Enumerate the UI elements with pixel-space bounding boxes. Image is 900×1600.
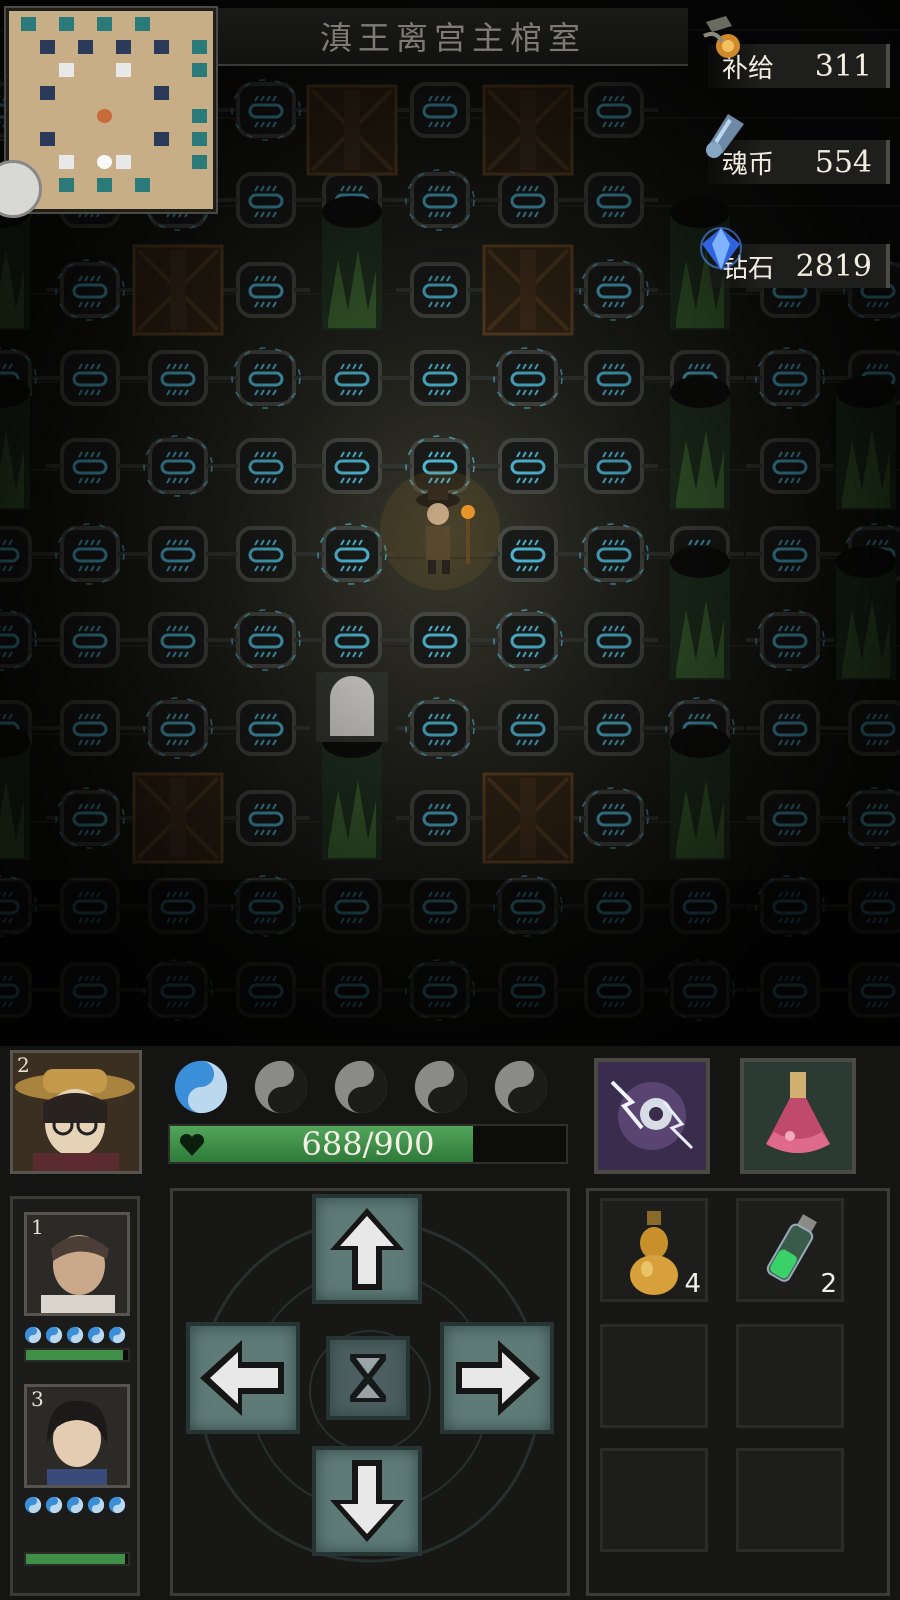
minimap-cell [97, 17, 112, 31]
diamond-icon [694, 222, 748, 276]
arrow-left-icon [200, 1340, 284, 1416]
party-member-1-hp-fill [26, 1350, 123, 1360]
move-down-button[interactable] [312, 1446, 422, 1556]
move-right-button[interactable] [440, 1322, 554, 1434]
yinyang-mini-icon [45, 1496, 63, 1514]
inventory-slot-1[interactable]: 4 [600, 1198, 708, 1302]
bottom-shadow [0, 880, 900, 1060]
arrow-down-icon [330, 1460, 404, 1542]
red-potion-flask-icon [744, 1062, 852, 1170]
inventory-slot-2[interactable]: 2 [736, 1198, 844, 1302]
inventory-slot-3[interactable] [600, 1324, 708, 1428]
minimap-cell [116, 40, 131, 54]
active-hero-portrait[interactable]: 2 [10, 1050, 142, 1174]
minimap-cell [192, 109, 207, 123]
minimap-door-marker [97, 155, 112, 169]
yinyang-orb-icon [492, 1058, 550, 1116]
minimap-cell [21, 17, 36, 31]
move-left-button[interactable] [186, 1322, 300, 1434]
skill-slot-1[interactable] [594, 1058, 710, 1174]
minimap-cell [192, 155, 207, 169]
minimap-cell [40, 132, 55, 146]
item-count: 2 [820, 1269, 837, 1299]
minimap-cell [135, 178, 150, 192]
yinyang-mini-icon [87, 1326, 105, 1344]
yinyang-orb-icon [412, 1058, 470, 1116]
yinyang-mini-icon [66, 1326, 84, 1344]
party-member-3-portrait[interactable]: 3 [24, 1384, 130, 1488]
wait-turn-button[interactable] [326, 1336, 410, 1420]
yinyang-mini-icon [108, 1326, 126, 1344]
party-member-3-hp-bar [24, 1552, 130, 1566]
minimap-cell [154, 132, 169, 146]
yinyang-mini-icon [108, 1496, 126, 1514]
diamond-value: 2819 [795, 248, 872, 284]
party-member-1-portrait[interactable]: 1 [24, 1212, 130, 1316]
inventory-slot-5[interactable] [600, 1448, 708, 1552]
yinyang-orb-icon [252, 1058, 310, 1116]
minimap-cell [59, 17, 74, 31]
minimap-cell [40, 40, 55, 54]
inventory-slot-4[interactable] [736, 1324, 844, 1428]
yinyang-mini-icon [66, 1496, 84, 1514]
soul-coin-icon [698, 106, 752, 160]
minimap-cell [116, 155, 131, 169]
hp-text: 688/900 [301, 1125, 435, 1163]
minimap-player-marker [97, 109, 112, 123]
hero-girl-avatar [13, 1053, 139, 1171]
minimap-cell [40, 86, 55, 100]
hp-bar: 688/900 [168, 1124, 568, 1164]
supply-lantern-icon [692, 12, 746, 66]
move-up-button[interactable] [312, 1194, 422, 1304]
yinyang-orb-icon [332, 1058, 390, 1116]
yinyang-mini-icon [45, 1326, 63, 1344]
party-member-1-slot: 1 [31, 1215, 44, 1239]
inventory-slot-6[interactable] [736, 1448, 844, 1552]
minimap-cell [192, 40, 207, 54]
party-member-3-slot: 3 [31, 1387, 44, 1411]
minimap-cell [154, 40, 169, 54]
minimap-cell [59, 178, 74, 192]
party-member-3-hp-fill [26, 1554, 125, 1564]
minimap-cell [135, 17, 150, 31]
hourglass-icon [350, 1354, 386, 1402]
location-title: 滇王离宫主棺室 [218, 8, 688, 66]
minimap-cell [192, 63, 207, 77]
item-count: 4 [684, 1269, 701, 1299]
soul-coin-value: 554 [814, 144, 872, 180]
minimap-cell [192, 132, 207, 146]
yinyang-mini-icon [24, 1326, 42, 1344]
minimap-cell [59, 155, 74, 169]
minimap-cell [116, 63, 131, 77]
active-hero-slot-number: 2 [17, 1053, 30, 1077]
yinyang-mini-icon [24, 1496, 42, 1514]
minimap-cell [97, 178, 112, 192]
arrow-right-icon [456, 1340, 540, 1416]
minimap-cell [154, 86, 169, 100]
minimap-cell [59, 63, 74, 77]
minimap-cell [78, 40, 93, 54]
party-member-1-hp-bar [24, 1348, 130, 1362]
yinyang-orb-icon [172, 1058, 230, 1116]
supply-value: 311 [814, 48, 872, 84]
skill-slot-2[interactable] [740, 1058, 856, 1174]
yinyang-mini-icon [87, 1496, 105, 1514]
lightning-shield-skill-icon [598, 1062, 706, 1170]
arrow-up-icon [330, 1208, 404, 1290]
